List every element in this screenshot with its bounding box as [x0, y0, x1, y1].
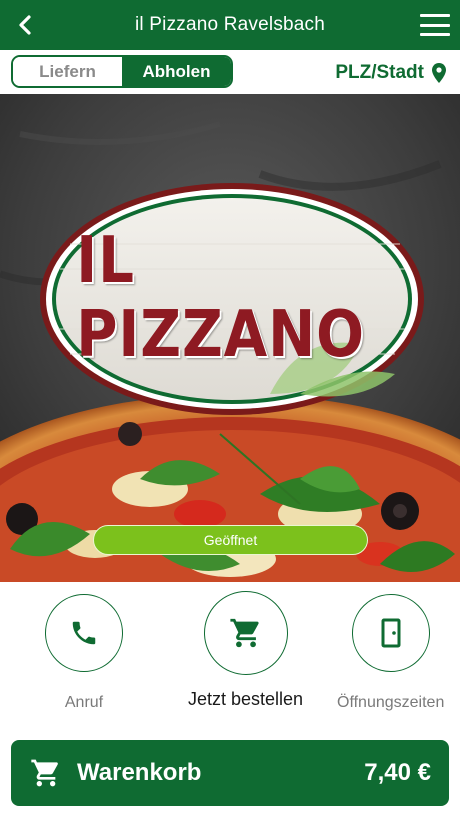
- call-button[interactable]: [45, 594, 123, 672]
- order-label: Jetzt bestellen: [188, 689, 304, 709]
- top-app-bar: il Pizzano Ravelsbach: [0, 0, 460, 50]
- tab-liefern[interactable]: Liefern: [13, 57, 122, 86]
- menu-line-icon: [420, 14, 450, 17]
- hours-label: Öffnungszeiten: [337, 694, 445, 711]
- call-action[interactable]: Anruf: [45, 594, 123, 712]
- location-selector[interactable]: PLZ/Stadt: [335, 60, 446, 86]
- tab-abholen[interactable]: Abholen: [122, 57, 231, 86]
- app-screen: il Pizzano Ravelsbach Liefern Abholen PL…: [0, 0, 460, 818]
- shopping-cart-icon: [31, 759, 58, 787]
- back-button[interactable]: [10, 8, 40, 42]
- hamburger-menu-button[interactable]: [418, 10, 452, 40]
- door-icon: [381, 618, 401, 648]
- logo-text: IL PIZZANO: [76, 224, 365, 372]
- cart-label: Warenkorb: [77, 759, 202, 786]
- menu-line-icon: [420, 23, 450, 27]
- page-title: il Pizzano Ravelsbach: [134, 14, 326, 35]
- open-status-badge: Geöffnet: [93, 525, 368, 555]
- order-action[interactable]: Jetzt bestellen: [188, 591, 303, 710]
- phone-icon: [72, 621, 96, 645]
- order-button[interactable]: [203, 591, 288, 675]
- menu-line-icon: [420, 33, 450, 36]
- map-pin-icon: [432, 63, 446, 83]
- cart-button[interactable]: Warenkorb 7,40 €: [11, 740, 449, 806]
- restaurant-logo: IL PIZZANO: [55, 224, 409, 372]
- delivery-mode-toggle: Liefern Abholen: [11, 55, 233, 88]
- cart-total: 7,40 €: [364, 759, 431, 786]
- chevron-left-icon: [19, 15, 31, 35]
- shopping-cart-icon: [229, 618, 259, 648]
- hours-action[interactable]: Öffnungszeiten: [337, 594, 444, 712]
- location-label: PLZ/Stadt: [335, 62, 424, 83]
- call-label: Anruf: [64, 694, 104, 711]
- hours-button[interactable]: [351, 594, 430, 672]
